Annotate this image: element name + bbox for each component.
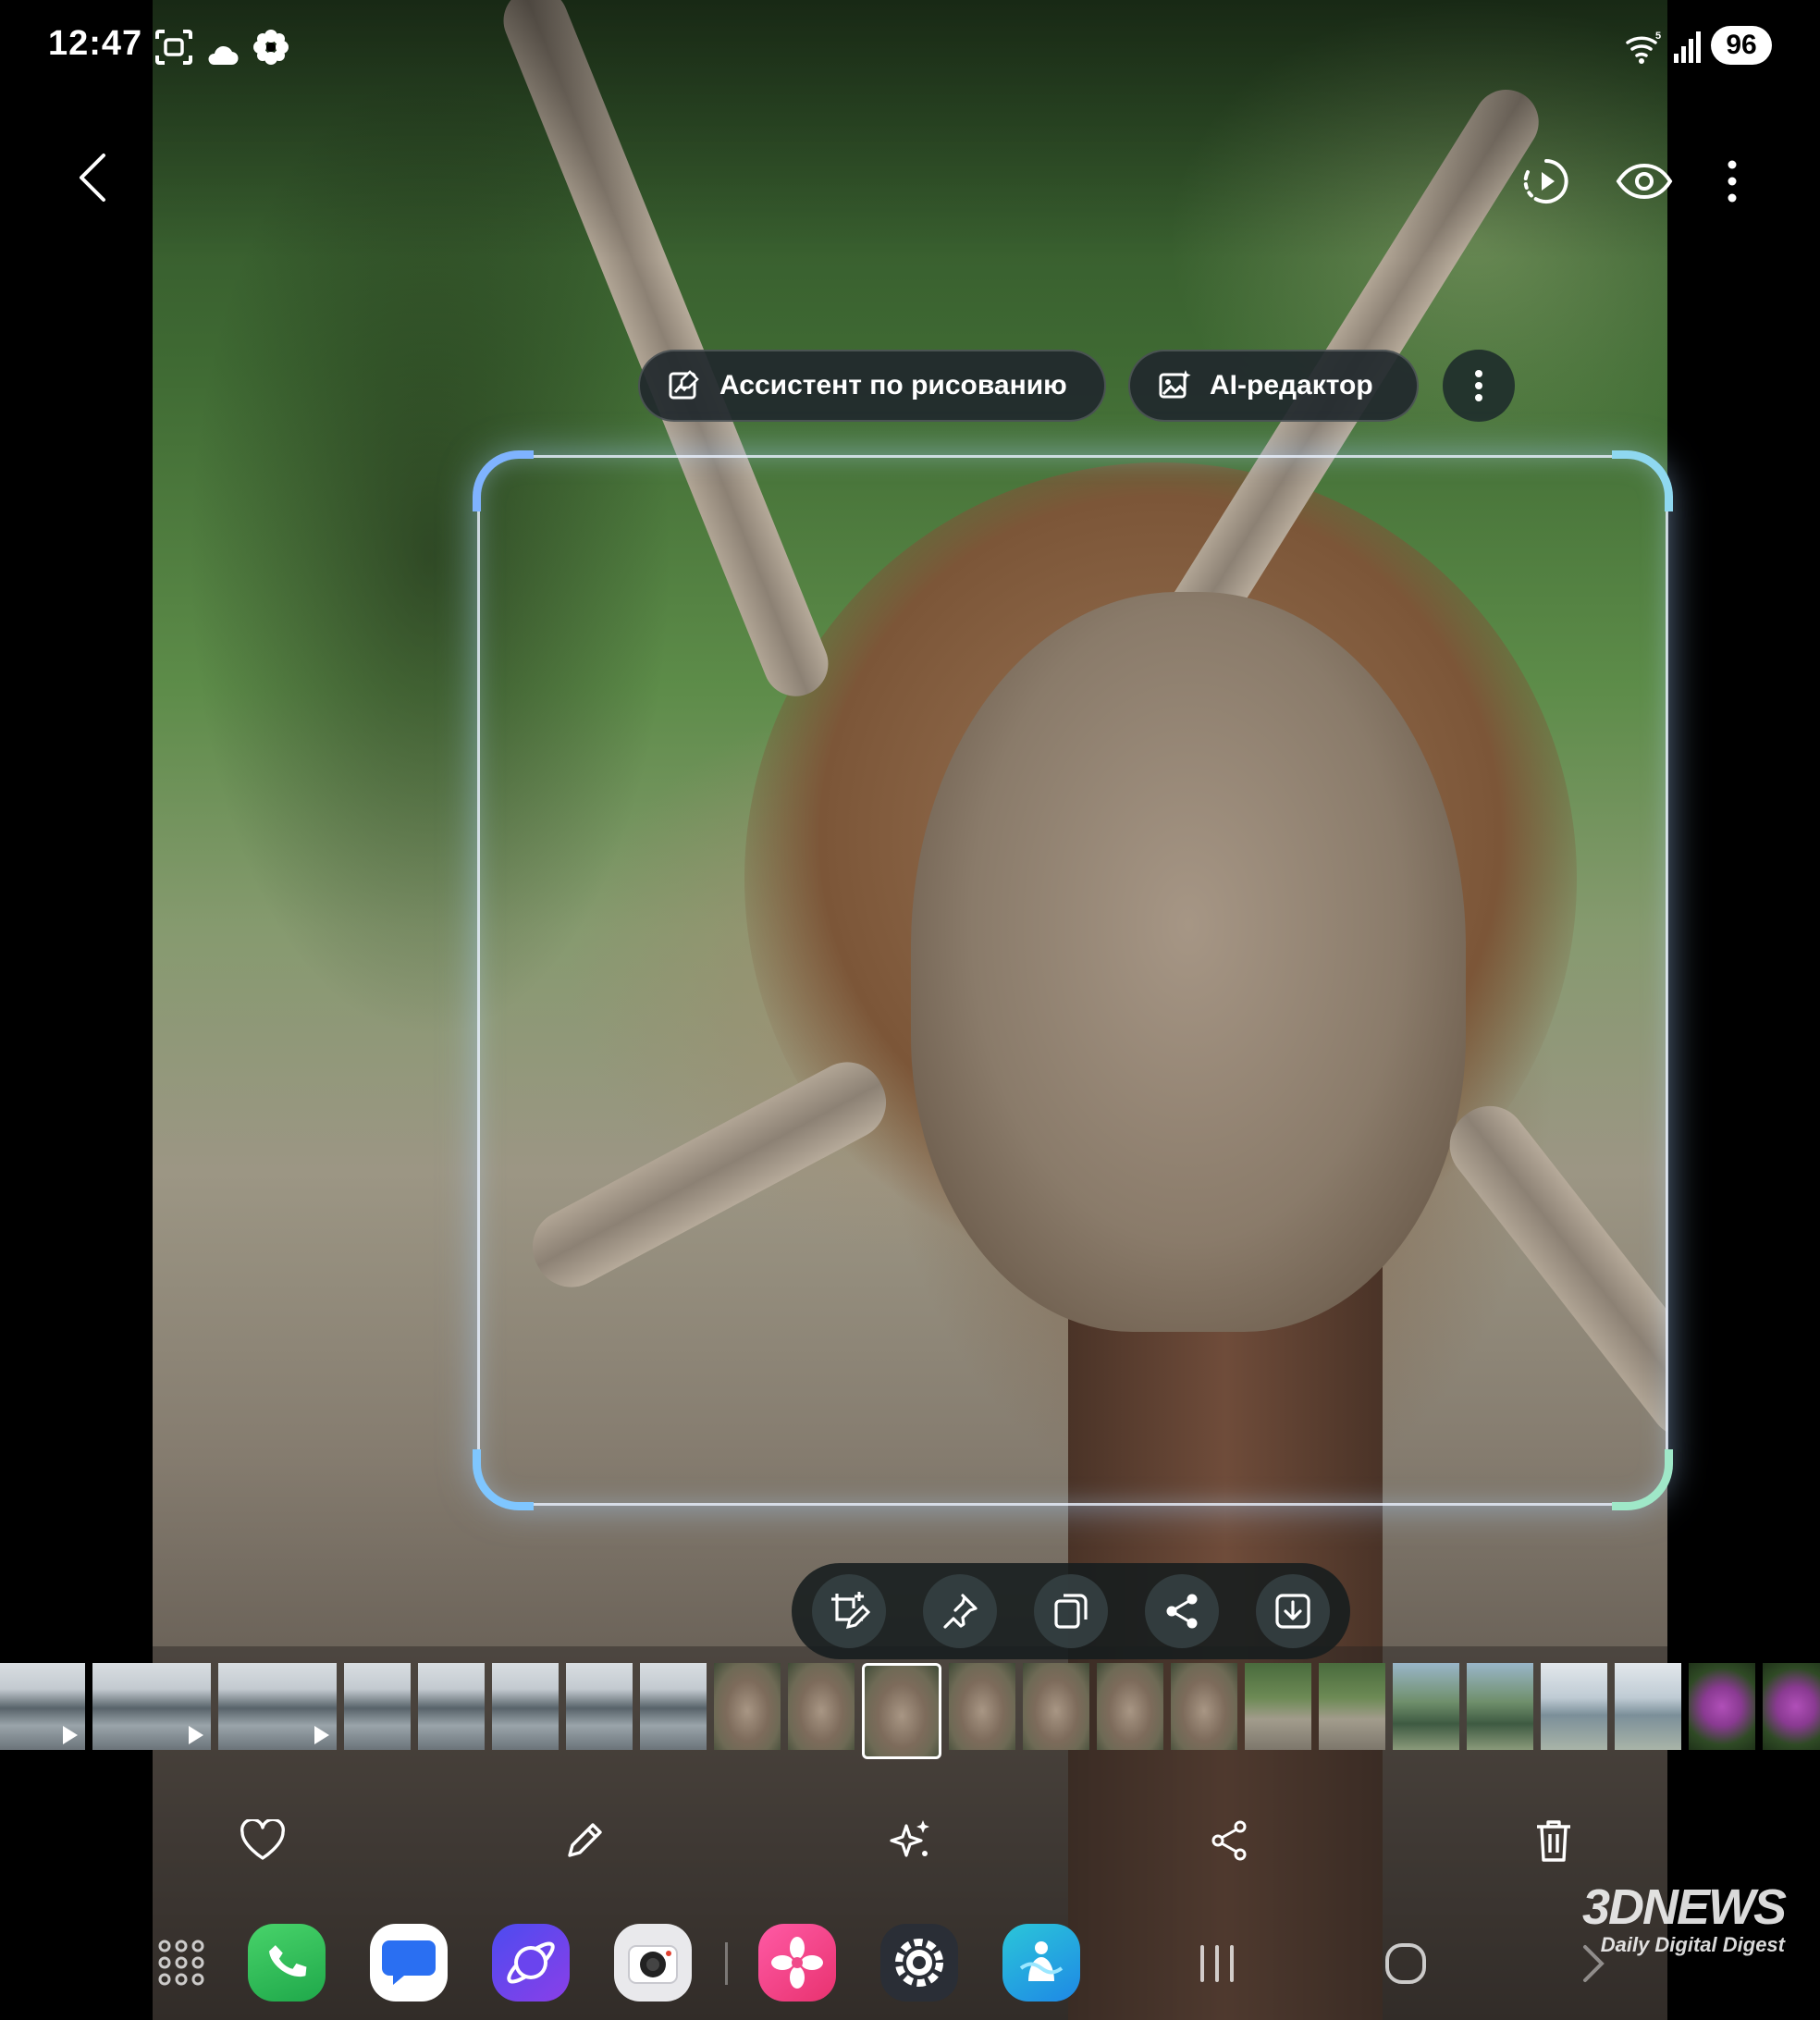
- filmstrip-thumb[interactable]: [418, 1663, 485, 1750]
- camera-app[interactable]: [614, 1924, 692, 2002]
- camera-app-icon: [628, 1945, 678, 1984]
- filmstrip-thumb[interactable]: [566, 1663, 633, 1750]
- pin-icon: [943, 1594, 978, 1629]
- filmstrip-thumb[interactable]: [1023, 1663, 1089, 1750]
- filmstrip-thumb[interactable]: [218, 1663, 337, 1750]
- edit-cutout-button[interactable]: [812, 1574, 886, 1648]
- pencil-icon: [568, 1823, 602, 1857]
- phone-app-icon: [269, 1945, 307, 1977]
- ai-editor-button[interactable]: AI-редактор: [1128, 350, 1419, 422]
- status-time: 12:47: [48, 24, 143, 63]
- battery-level: 96: [1711, 26, 1772, 65]
- signal-icon: [1674, 31, 1701, 63]
- delete-button[interactable]: [1517, 1804, 1591, 1878]
- ai-editor-icon: [1159, 370, 1191, 399]
- share-icon: [1211, 1820, 1247, 1861]
- motion-photo-icon: [1523, 159, 1568, 203]
- status-bar: 12:47 5 96: [0, 0, 1820, 92]
- phone-app[interactable]: [248, 1924, 326, 2002]
- object-selection-frame[interactable]: [473, 450, 1673, 1510]
- filmstrip-thumb[interactable]: [949, 1663, 1015, 1750]
- trash-icon: [1537, 1820, 1570, 1862]
- home-icon: [1385, 1943, 1426, 1984]
- more-options-button[interactable]: [1711, 148, 1753, 215]
- filmstrip-thumb[interactable]: [714, 1663, 781, 1750]
- share-selection-button[interactable]: [1145, 1574, 1219, 1648]
- edit-button[interactable]: [547, 1804, 621, 1878]
- favorite-button[interactable]: [226, 1804, 300, 1878]
- home-button[interactable]: [1378, 1931, 1433, 1996]
- selection-action-bar: [792, 1563, 1350, 1659]
- filmstrip-thumb[interactable]: [344, 1663, 411, 1750]
- filmstrip-thumb[interactable]: [92, 1663, 211, 1750]
- edit-crop-icon: [831, 1592, 870, 1630]
- filmstrip-thumb[interactable]: [492, 1663, 559, 1750]
- more-vertical-icon: [1475, 370, 1482, 401]
- ai-editor-label: AI-редактор: [1210, 370, 1373, 400]
- filmstrip-thumb[interactable]: [1245, 1663, 1311, 1750]
- wifi-icon: 5: [1626, 31, 1661, 64]
- filmstrip-thumb[interactable]: [1763, 1663, 1820, 1750]
- filmstrip-thumb[interactable]: [640, 1663, 707, 1750]
- drawing-assistant-label: Ассистент по рисованию: [719, 370, 1067, 400]
- apps-grid-icon: [158, 1940, 204, 1986]
- share-icon: [1166, 1594, 1198, 1629]
- chevron-left-icon: [80, 154, 105, 202]
- filmstrip-thumb[interactable]: [788, 1663, 855, 1750]
- messages-app-icon: [382, 1940, 436, 1985]
- watermark-brand: 3DNEWS: [1581, 1879, 1787, 1935]
- filmstrip-thumb[interactable]: [0, 1663, 85, 1750]
- filmstrip[interactable]: [0, 1663, 1820, 1759]
- video-play-icon: [189, 1726, 203, 1744]
- filmstrip-thumb[interactable]: [1467, 1663, 1533, 1750]
- watermark: 3DNEWS Daily Digital Digest: [1554, 1879, 1787, 1957]
- gallery-app-icon: [771, 1937, 823, 1989]
- ai-suggest-button[interactable]: [873, 1804, 947, 1878]
- settings-app[interactable]: [880, 1924, 958, 2002]
- cloud-icon: [208, 45, 239, 66]
- eye-icon: [1616, 163, 1673, 200]
- heart-icon: [240, 1819, 285, 1860]
- motion-photo-button[interactable]: [1513, 148, 1580, 215]
- settings-app-icon: [895, 1939, 943, 1987]
- copy-icon: [1054, 1594, 1088, 1629]
- save-icon: [1275, 1594, 1310, 1629]
- filmstrip-thumb[interactable]: [1171, 1663, 1237, 1750]
- internet-app-icon: [507, 1941, 555, 1984]
- save-selection-button[interactable]: [1256, 1574, 1330, 1648]
- filmstrip-thumb[interactable]: [1319, 1663, 1385, 1750]
- recents-icon: [1200, 1945, 1234, 1982]
- filmstrip-thumb[interactable]: [1393, 1663, 1459, 1750]
- sparkle-icon: [890, 1820, 929, 1857]
- dock-divider: [725, 1942, 728, 1985]
- watermark-tagline: Daily Digital Digest: [1600, 1933, 1785, 1956]
- svg-text:5: 5: [1655, 31, 1661, 42]
- video-play-icon: [63, 1726, 78, 1744]
- bixby-app[interactable]: [1002, 1924, 1080, 2002]
- filmstrip-thumb[interactable]: [1541, 1663, 1607, 1750]
- view-original-button[interactable]: [1611, 148, 1678, 215]
- drawing-assistant-icon: [669, 370, 699, 400]
- more-vertical-icon: [1728, 160, 1737, 203]
- pin-button[interactable]: [923, 1574, 997, 1648]
- apps-grid-button[interactable]: [142, 1924, 220, 2002]
- internet-app[interactable]: [492, 1924, 570, 2002]
- video-play-icon: [314, 1726, 329, 1744]
- back-button[interactable]: [65, 139, 120, 216]
- recents-button[interactable]: [1193, 1931, 1241, 1996]
- messages-app[interactable]: [370, 1924, 448, 2002]
- flower-icon: [253, 30, 289, 65]
- filmstrip-thumb[interactable]: [1689, 1663, 1755, 1750]
- copy-button[interactable]: [1034, 1574, 1108, 1648]
- screenshot-icon: [155, 30, 192, 65]
- gallery-app[interactable]: [758, 1924, 836, 2002]
- bixby-app-icon: [1019, 1941, 1064, 1981]
- filmstrip-thumb[interactable]: [1615, 1663, 1681, 1750]
- filmstrip-thumb-current[interactable]: [862, 1663, 941, 1759]
- share-button[interactable]: [1193, 1804, 1267, 1878]
- drawing-assistant-button[interactable]: Ассистент по рисованию: [638, 350, 1106, 422]
- filmstrip-thumb[interactable]: [1097, 1663, 1163, 1750]
- chips-more-button[interactable]: [1443, 350, 1515, 422]
